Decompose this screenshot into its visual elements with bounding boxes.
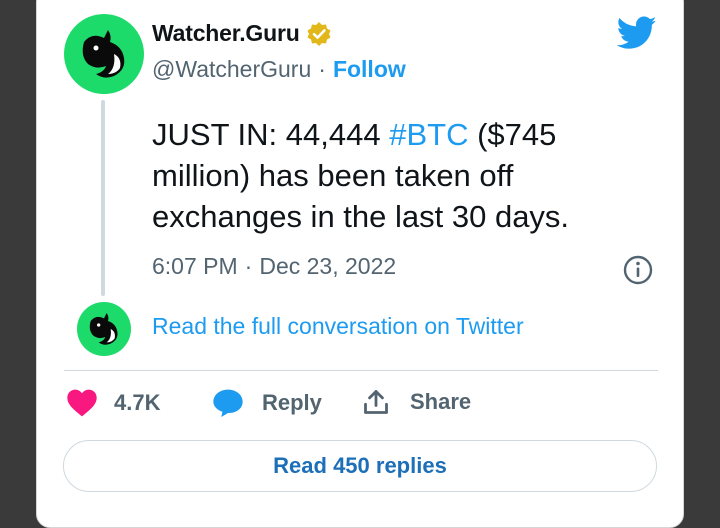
upload-share-icon xyxy=(364,390,388,414)
tweet-text-before: JUST IN: 44,444 xyxy=(152,117,390,152)
follow-button[interactable]: Follow xyxy=(333,56,406,83)
author-handle[interactable]: @WatcherGuru xyxy=(152,56,311,83)
speech-bubble-icon xyxy=(213,389,243,417)
timestamp-separator: · xyxy=(244,253,253,279)
heart-icon xyxy=(67,389,97,417)
read-replies-button[interactable]: Read 450 replies xyxy=(63,440,657,492)
reply-label: Reply xyxy=(262,390,322,415)
hashtag-link[interactable]: #BTC xyxy=(389,117,468,152)
like-button[interactable]: 4.7K xyxy=(66,388,160,418)
author-display-name[interactable]: Watcher.Guru xyxy=(152,20,300,47)
author-handle-row: @WatcherGuru · Follow xyxy=(152,56,406,83)
tweet-date: Dec 23, 2022 xyxy=(259,253,397,279)
twitter-bird-icon[interactable] xyxy=(616,16,657,55)
verified-badge-icon xyxy=(306,21,332,47)
reply-button[interactable]: Reply xyxy=(212,388,322,418)
thread-line xyxy=(101,100,105,296)
author-name-row: Watcher.Guru xyxy=(152,20,332,47)
author-avatar[interactable] xyxy=(64,14,144,94)
tweet-time: 6:07 PM xyxy=(152,253,238,279)
conversation-avatar[interactable] xyxy=(77,302,131,356)
orca-logo-icon xyxy=(89,313,118,345)
read-conversation-link[interactable]: Read the full conversation on Twitter xyxy=(152,313,524,340)
like-count: 4.7K xyxy=(114,390,161,415)
tweet-timestamp[interactable]: 6:07 PM · Dec 23, 2022 xyxy=(152,253,396,280)
share-label: Share xyxy=(410,389,472,414)
handle-separator: · xyxy=(318,56,326,82)
info-icon[interactable] xyxy=(622,254,654,291)
share-button[interactable]: Share xyxy=(362,388,471,416)
orca-logo-icon xyxy=(82,30,125,78)
tweet-text: JUST IN: 44,444 #BTC ($745 million) has … xyxy=(152,114,622,237)
divider xyxy=(64,370,658,371)
